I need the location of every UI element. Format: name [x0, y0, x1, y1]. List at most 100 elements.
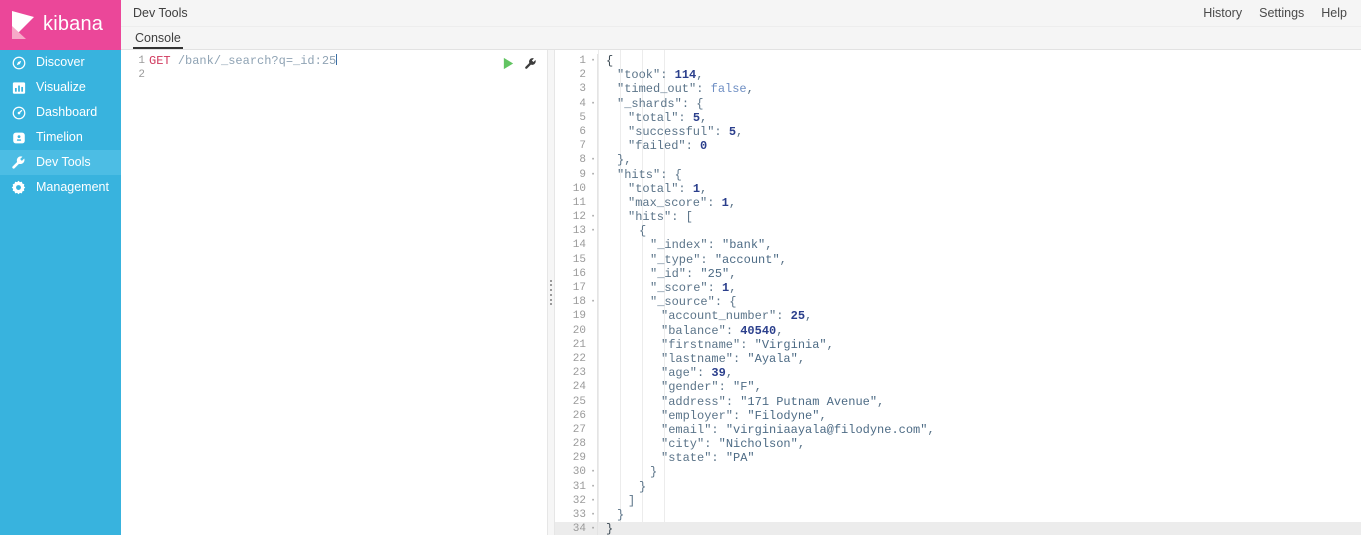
pane-splitter[interactable] [547, 50, 555, 535]
wrench-icon [11, 155, 26, 170]
line-number: 9 [579, 168, 586, 181]
sidebar-item-management[interactable]: Management [0, 175, 121, 200]
nav-link-history[interactable]: History [1203, 7, 1242, 20]
fold-marker[interactable]: · [589, 153, 597, 167]
response-editor[interactable]: 1 ·{2 "took": 114, 3 "timed_out": false, 4 · "_… [555, 50, 1361, 535]
code-line: 19 "account_number": 25, [555, 309, 1361, 324]
text-cursor [336, 54, 338, 65]
gutter-divider [597, 351, 598, 367]
code-token: : [ [671, 210, 693, 225]
gutter-divider [597, 195, 598, 211]
code-token: "Ayala" [747, 351, 798, 366]
gutter-divider [597, 493, 598, 508]
code-token: "employer" [661, 408, 734, 423]
line-number: 21 [572, 338, 586, 351]
line-number: 1 [138, 55, 145, 67]
code-text: ] [606, 494, 635, 508]
nav-link-settings[interactable]: Settings [1259, 7, 1304, 20]
code-token: , [728, 195, 737, 210]
line-number: 18 [572, 296, 586, 309]
code-token: ] [628, 493, 636, 508]
line-number: 14 [572, 239, 586, 252]
code-line: 25 "address": "171 Putnam Avenue", [555, 394, 1361, 409]
response-viewer-pane[interactable]: 1 ·{2 "took": 114, 3 "timed_out": false, 4 · "_… [555, 50, 1361, 535]
line-number: 17 [572, 282, 586, 294]
tab-console[interactable]: Console [133, 31, 183, 49]
code-text: "max_score": 1, [606, 196, 736, 210]
gutter-divider [597, 408, 598, 423]
code-text: "_shards": { [606, 97, 703, 111]
sidebar-item-dashboard[interactable]: Dashboard [0, 100, 121, 125]
kibana-logo-icon [10, 10, 36, 40]
gutter-divider [597, 210, 598, 225]
sidebar-item-discover[interactable]: Discover [0, 50, 121, 75]
gutter-divider [597, 181, 598, 196]
sidebar-item-timelion[interactable]: Timelion [0, 125, 121, 150]
play-icon[interactable] [502, 57, 515, 75]
code-line: 34 ·} [555, 522, 1361, 535]
brand-header[interactable]: kibana [0, 0, 121, 50]
code-text: "state": "PA" [606, 451, 755, 465]
request-editor-pane[interactable]: 1 GET /bank/_search?q=_id:25 2 [121, 50, 547, 535]
code-token: { [639, 224, 647, 239]
fold-marker[interactable]: · [589, 168, 597, 182]
fold-marker[interactable]: · [589, 522, 597, 535]
fold-marker[interactable]: · [589, 54, 597, 68]
code-token: 39 [711, 366, 726, 381]
code-token: "gender" [661, 380, 719, 395]
code-token: , [729, 281, 737, 295]
code-token: 5 [692, 110, 701, 125]
code-token: : [776, 309, 791, 324]
fold-marker[interactable]: · [589, 224, 597, 238]
code-text: } [606, 480, 646, 494]
code-token: , [779, 252, 787, 267]
request-editor[interactable]: 1 GET /bank/_search?q=_id:25 2 [121, 50, 547, 535]
code-token: "_type" [650, 252, 701, 267]
code-token: : [660, 68, 675, 83]
line-number: 13 [572, 225, 586, 238]
code-text: "failed": 0 [606, 139, 707, 153]
line-number: 22 [572, 352, 586, 365]
fold-marker[interactable]: · [589, 295, 597, 309]
code-token: "account_number" [661, 309, 777, 324]
fold-marker[interactable]: · [589, 494, 597, 508]
code-token: "successful" [628, 124, 715, 139]
fold-marker[interactable]: · [589, 508, 597, 522]
code-text: { [606, 224, 646, 238]
line-number: 11 [572, 196, 586, 209]
code-token: "account" [714, 252, 780, 267]
code-text: }, [606, 153, 631, 167]
code-text: { [606, 54, 613, 68]
code-text: "email": "virginiaayala@filodyne.com", [606, 423, 935, 437]
code-token: , [927, 422, 935, 437]
code-token: , [700, 110, 708, 125]
code-token: 1 [692, 181, 701, 196]
fold-marker[interactable]: · [589, 465, 597, 479]
code-token: }, [617, 153, 632, 168]
code-text: "hits": [ [606, 210, 693, 224]
nav-link-help[interactable]: Help [1321, 7, 1347, 20]
line-number: 32 [572, 494, 586, 507]
code-line: 27 "email": "virginiaayala@filodyne.com", [555, 422, 1361, 438]
code-line: 8 ·}, [555, 153, 1361, 168]
fold-marker[interactable]: · [589, 480, 597, 494]
code-text: "_type": "account", [606, 253, 787, 267]
code-text: "successful": 5, [606, 125, 743, 139]
line-number: 6 [579, 125, 586, 138]
fold-marker[interactable]: · [589, 97, 597, 111]
sidebar-item-label: Dashboard [36, 105, 98, 120]
code-token: "total" [628, 110, 679, 125]
wrench-icon[interactable] [524, 57, 537, 75]
sidebar-nav: Discover Visualize Dashboard Timelion De… [0, 50, 121, 200]
splitter-grip-icon [550, 279, 552, 306]
sidebar-item-visualize[interactable]: Visualize [0, 75, 121, 100]
sidebar-item-label: Discover [36, 55, 85, 70]
line-number: 31 [572, 480, 586, 493]
gutter-divider [597, 465, 598, 480]
sidebar-item-dev-tools[interactable]: Dev Tools [0, 150, 121, 175]
line-number: 3 [579, 83, 586, 96]
code-token: : [725, 323, 741, 338]
fold-marker[interactable]: · [589, 210, 597, 224]
code-token: : [697, 366, 712, 381]
gutter-divider [597, 281, 598, 296]
